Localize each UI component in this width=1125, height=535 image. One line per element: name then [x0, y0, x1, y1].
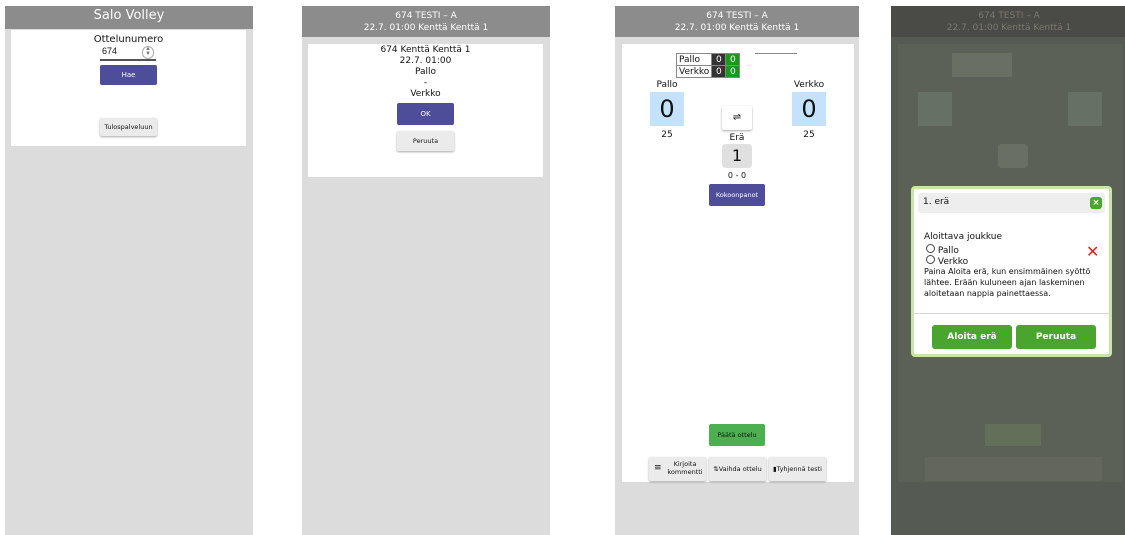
- set-number: 1: [722, 144, 752, 168]
- screen-scoreboard: 674 TESTI – A 22.7. 01:00 Kenttä Kenttä …: [615, 6, 859, 535]
- stepper-icon[interactable]: ▲ ▼: [142, 46, 154, 59]
- dialog-divider: [914, 313, 1109, 314]
- lineups-button[interactable]: Kokoonpanot: [709, 184, 765, 206]
- cancel-button[interactable]: Peruuta: [1016, 325, 1096, 349]
- search-card: Ottelunumero 674 ▲ ▼ Hae Tulospalveluun: [11, 30, 246, 146]
- ok-button[interactable]: OK: [397, 103, 454, 125]
- app-title: Salo Volley: [93, 8, 165, 23]
- app-header: Salo Volley: [5, 6, 253, 29]
- set-label: Erä: [729, 133, 745, 143]
- search-button[interactable]: Hae: [100, 65, 157, 85]
- mini-sets: 0: [711, 65, 727, 78]
- dialog-info-text: Paina Aloita erä, kun ensimmäinen syöttö…: [924, 267, 1091, 298]
- comment-button-label: Kirjoita kommentti: [667, 460, 703, 476]
- header-line-1: 674 TESTI – A: [395, 11, 457, 21]
- radio-circle-icon: [926, 255, 935, 264]
- away-score-button[interactable]: 0: [792, 92, 826, 126]
- away-team: Verkko: [410, 89, 441, 99]
- set-score: 0 - 0: [727, 171, 747, 180]
- results-service-button[interactable]: Tulospalveluun: [100, 118, 157, 136]
- scoreboard-card: Pallo 0 0 Verkko 0 0 Pallo Verkko 0 0 25…: [622, 44, 854, 482]
- dim-mini-table: [952, 53, 1012, 77]
- match-time: 22.7. 01:00: [399, 56, 452, 66]
- mini-points: 0: [725, 65, 741, 78]
- home-score-button[interactable]: 0: [650, 92, 684, 126]
- dim-set-number: [998, 144, 1028, 168]
- match-number-value: 674: [102, 46, 118, 56]
- screen-set-dialog: 674 TESTI – A 22.7. 01:00 Kenttä Kenttä …: [891, 6, 1125, 535]
- clear-selection-icon[interactable]: ✕: [1086, 244, 1099, 260]
- switch-button-label: Vaihda ottelu: [718, 465, 762, 473]
- match-number-stepper[interactable]: 674 ▲ ▼: [100, 46, 156, 61]
- start-set-button[interactable]: Aloita erä: [932, 325, 1012, 349]
- header-line-1: 674 TESTI – A: [978, 11, 1040, 21]
- mini-score-table: Pallo 0 0 Verkko 0 0: [675, 53, 741, 78]
- match-header: 674 TESTI – A 22.7. 01:00 Kenttä Kenttä …: [615, 6, 859, 37]
- mini-row-away: Verkko 0 0: [675, 65, 741, 78]
- match-title: 674 Kenttä Kenttä 1: [380, 45, 471, 55]
- mini-sets: 0: [711, 53, 727, 66]
- close-icon[interactable]: ×: [1090, 197, 1102, 209]
- confirm-card: 674 Kenttä Kenttä 1 22.7. 01:00 Pallo - …: [308, 44, 543, 177]
- home-team: Pallo: [414, 67, 437, 77]
- swap-sides-button[interactable]: ⇌: [722, 106, 752, 130]
- clear-button-label: Tyhjennä testi: [776, 465, 822, 473]
- header-line-2: 22.7. 01:00 Kenttä Kenttä 1: [946, 23, 1072, 33]
- away-target: 25: [803, 130, 815, 140]
- away-team-label: Verkko: [793, 80, 825, 90]
- mini-team-name: Verkko: [675, 65, 713, 78]
- header-line-2: 22.7. 01:00 Kenttä Kenttä 1: [363, 23, 489, 33]
- dim-away-score: [1068, 92, 1102, 126]
- header-line-2: 22.7. 01:00 Kenttä Kenttä 1: [674, 23, 800, 33]
- home-target: 25: [661, 130, 673, 140]
- dim-bottom-buttons: [925, 457, 1102, 481]
- home-team-label: Pallo: [656, 80, 678, 90]
- mini-table-divider: [755, 53, 797, 54]
- match-header: 674 TESTI – A 22.7. 01:00 Kenttä Kenttä …: [302, 6, 550, 37]
- dim-home-score: [918, 92, 952, 126]
- dialog-header: 1. erä ×: [918, 193, 1105, 213]
- starting-team-label: Aloittava joukkue: [924, 232, 1003, 242]
- set-start-dialog: 1. erä × Aloittava joukkue Pallo Verkko …: [911, 186, 1112, 357]
- match-header: 674 TESTI – A 22.7. 01:00 Kenttä Kenttä …: [891, 6, 1125, 37]
- mini-team-name: Pallo: [675, 53, 713, 66]
- match-number-label: Ottelunumero: [93, 34, 164, 45]
- clear-test-button[interactable]: ▮Tyhjennä testi: [769, 457, 826, 481]
- screen-search: Salo Volley Ottelunumero 674 ▲ ▼ Hae Tulo…: [5, 6, 253, 535]
- comment-button[interactable]: ≡ Kirjoita kommentti: [649, 457, 706, 481]
- end-match-button[interactable]: Päätä ottelu: [709, 424, 765, 446]
- radio-circle-icon: [926, 244, 935, 253]
- cancel-button[interactable]: Peruuta: [397, 131, 454, 151]
- screen-confirm: 674 TESTI – A 22.7. 01:00 Kenttä Kenttä …: [302, 6, 550, 535]
- team-separator: -: [423, 78, 428, 88]
- mini-row-home: Pallo 0 0: [675, 53, 741, 66]
- comment-icon: ≡: [654, 463, 662, 473]
- dim-end-button: [985, 424, 1041, 446]
- header-line-1: 674 TESTI – A: [706, 11, 768, 21]
- switch-match-button[interactable]: ⇅Vaihda ottelu: [709, 457, 766, 481]
- swap-icon: ⇌: [732, 112, 742, 123]
- dialog-title: 1. erä: [923, 197, 950, 207]
- mini-points: 0: [725, 53, 741, 66]
